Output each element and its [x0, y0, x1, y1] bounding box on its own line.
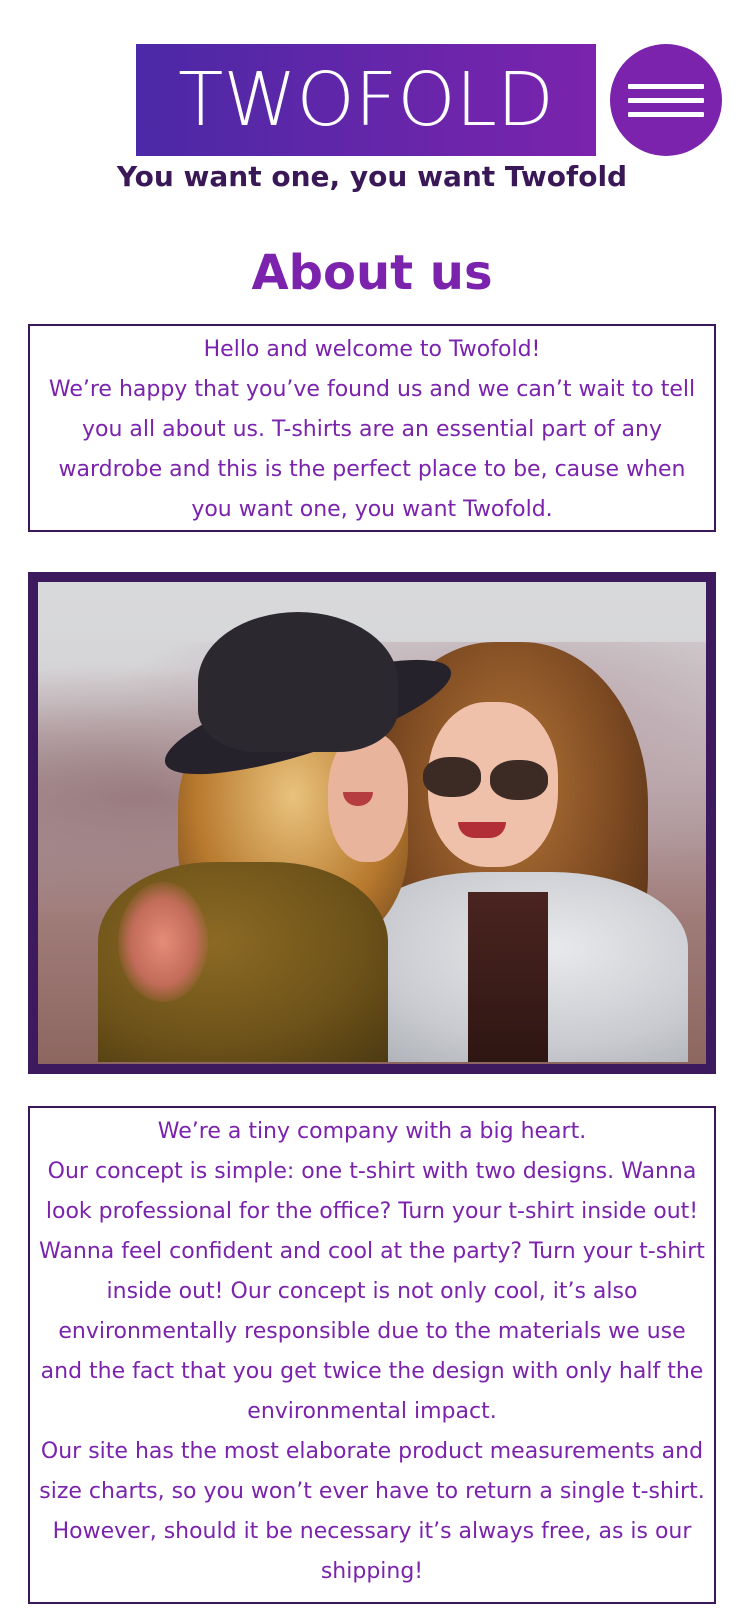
photo-frame: [28, 572, 716, 1074]
details-text-box: We’re a tiny company with a big heart. O…: [28, 1106, 716, 1604]
logo[interactable]: TWOFOLD: [136, 44, 596, 156]
photo-person-right-shirt: [468, 892, 548, 1062]
details-heading-line: We’re a tiny company with a big heart.: [157, 1119, 587, 1144]
intro-text-box: Hello and welcome to Twofold! We’re happ…: [28, 324, 716, 532]
photo-blouse-flower-print: [118, 882, 208, 1002]
hamburger-icon-bar: [628, 111, 704, 117]
logo-text: TWOFOLD: [178, 57, 554, 143]
hamburger-icon-bar: [628, 83, 704, 89]
about-photo: [38, 582, 706, 1064]
hat-crown: [198, 612, 398, 752]
intro-paragraph: We’re happy that you’ve found us and we …: [48, 377, 696, 522]
sunglasses-right-lens: [490, 760, 548, 800]
page-title: About us: [251, 245, 493, 301]
details-concept-paragraph: Our concept is simple: one t-shirt with …: [39, 1159, 705, 1424]
menu-button[interactable]: [610, 44, 722, 156]
site-header: TWOFOLD You want one, you want Twofold: [0, 0, 744, 200]
hamburger-icon-bar: [628, 97, 704, 103]
tagline: You want one, you want Twofold: [116, 160, 628, 193]
intro-greeting: Hello and welcome to Twofold!: [203, 337, 541, 362]
details-shipping-paragraph: Our site has the most elaborate product …: [39, 1439, 705, 1584]
sunglasses-left-lens: [423, 757, 481, 797]
